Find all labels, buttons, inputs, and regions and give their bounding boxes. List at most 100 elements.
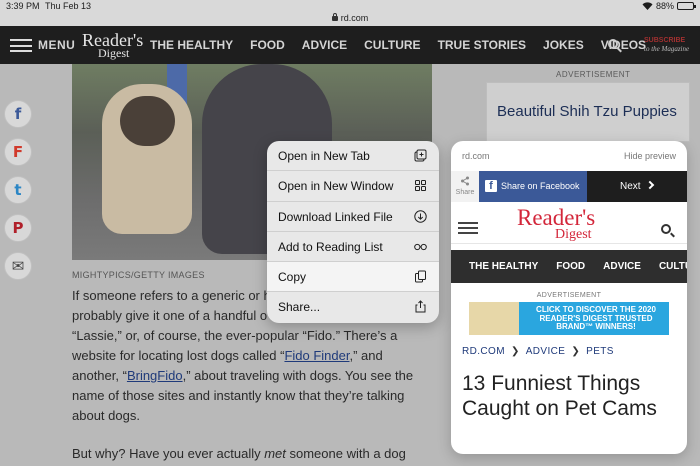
glasses-icon <box>414 243 427 250</box>
menu-item-add-to-reading-list[interactable]: Add to Reading List <box>267 232 439 263</box>
social-share-rail: f F t P ✉ <box>4 100 32 280</box>
twitter-icon[interactable]: t <box>4 176 32 204</box>
subscribe-sub: to the Magazine <box>644 45 690 53</box>
crumb-separator: ❯ <box>571 346 581 357</box>
address-url: rd.com <box>340 13 369 23</box>
share-icon <box>415 300 426 313</box>
sidebar-ad-headline: Beautiful Shih Tzu Puppies <box>497 103 677 120</box>
line4: website for locating lost dogs called “F… <box>72 346 432 366</box>
menu-item-label: Add to Reading List <box>278 239 383 254</box>
preview-hamburger-icon[interactable] <box>458 222 478 234</box>
line7: about dogs. <box>72 408 140 423</box>
p2-emphasis: met <box>264 446 286 461</box>
menu-item-label: Download Linked File <box>278 209 393 224</box>
status-date: Thu Feb 13 <box>45 1 92 11</box>
site-header: MENU Reader's Digest THE HEALTHY FOOD AD… <box>0 26 700 64</box>
crumb-pets[interactable]: PETS <box>586 346 614 357</box>
p2-tail: someone with a dog <box>285 446 406 461</box>
battery-icon <box>677 2 696 10</box>
status-right: 88% <box>642 1 696 11</box>
address-bar[interactable]: rd.com <box>0 12 700 26</box>
facebook-f-icon: f <box>485 180 497 192</box>
main-nav: THE HEALTHY FOOD ADVICE CULTURE TRUE STO… <box>150 38 663 52</box>
next-button[interactable]: Next <box>587 171 687 202</box>
site-logo[interactable]: Reader's Digest <box>82 31 143 59</box>
preview-header: rd.com Hide preview <box>451 141 687 171</box>
grid-icon <box>415 180 426 192</box>
preview-nav-the-healthy[interactable]: THE HEALTHY <box>469 261 538 272</box>
sidebar-ad-label: ADVERTISEMENT <box>556 70 631 79</box>
plus-square-icon <box>414 149 427 162</box>
menu-item-label: Copy <box>278 270 307 285</box>
preview-logo-line2: Digest <box>555 227 592 242</box>
menu-item-open-new-window[interactable]: Open in New Window <box>267 171 439 202</box>
preview-share-button[interactable]: Share <box>451 171 479 202</box>
facebook-label: Share on Facebook <box>501 181 580 191</box>
preview-nav-food[interactable]: FOOD <box>556 261 585 272</box>
menu-item-download-linked-file[interactable]: Download Linked File <box>267 202 439 232</box>
preview-article-title: 13 Funniest Things Caught on Pet Cams <box>462 372 657 420</box>
article-paragraph-2: But why? Have you ever actually met some… <box>72 444 432 464</box>
preview-logo[interactable]: Reader's Digest <box>517 206 595 242</box>
line3: “Lassie,” or, of course, the ever-popula… <box>72 328 398 343</box>
menu-item-open-new-tab[interactable]: Open in New Tab <box>267 141 439 172</box>
preview-nav-advice[interactable]: ADVICE <box>603 261 641 272</box>
bringfido-link[interactable]: BringFido <box>127 368 183 383</box>
line5: another, “BringFido,” about traveling wi… <box>72 366 432 386</box>
subscribe-link[interactable]: SUBSCRIBE to the Magazine <box>644 37 689 53</box>
preview-breadcrumb: RD.COM ❯ ADVICE ❯ PETS <box>462 346 687 357</box>
pug-dog <box>102 84 192 234</box>
line5-tail: ,” about traveling with dogs. You see th… <box>182 368 414 383</box>
nav-link-culture[interactable]: CULTURE <box>364 38 420 52</box>
preview-nav-culture[interactable]: CULTU <box>659 261 687 272</box>
sidebar-ad[interactable]: Beautiful Shih Tzu Puppies <box>486 82 690 142</box>
line4-tail: ,” and <box>349 348 383 363</box>
banner-text: CLICK TO DISCOVER THE 2020 READER'S DIGE… <box>536 305 656 331</box>
menu-label[interactable]: MENU <box>38 38 75 52</box>
battery-percent: 88% <box>655 1 674 11</box>
p2-text: But why? Have you ever actually <box>72 446 265 461</box>
line6: name of those sites and instantly know t… <box>72 388 405 403</box>
preview-logo-row: Reader's Digest <box>451 202 687 244</box>
line4-text: website for locating lost dogs called “ <box>72 348 285 363</box>
search-icon[interactable] <box>608 39 618 49</box>
flipboard-icon[interactable]: F <box>4 138 32 166</box>
nav-link-the-healthy[interactable]: THE HEALTHY <box>150 38 233 52</box>
status-bar: 3:39 PM Thu Feb 13 88% <box>0 0 700 12</box>
download-icon <box>414 209 427 223</box>
nav-link-advice[interactable]: ADVICE <box>302 38 347 52</box>
email-icon[interactable]: ✉ <box>4 252 32 280</box>
menu-item-copy[interactable]: Copy <box>267 262 439 293</box>
preview-ad-banner[interactable]: CLICK TO DISCOVER THE 2020 READER'S DIGE… <box>469 302 669 335</box>
next-label: Next <box>620 181 641 192</box>
nav-link-true-stories[interactable]: TRUE STORIES <box>438 38 526 52</box>
link-preview-card[interactable]: rd.com Hide preview Share f Share on Fac… <box>451 141 687 454</box>
share-nodes-icon <box>461 176 469 186</box>
hide-preview-button[interactable]: Hide preview <box>624 151 676 161</box>
menu-item-share[interactable]: Share... <box>267 292 439 322</box>
status-time: 3:39 PM <box>6 1 40 11</box>
copy-icon <box>415 270 426 283</box>
share-on-facebook-button[interactable]: f Share on Facebook <box>479 171 587 202</box>
wifi-icon <box>642 2 653 10</box>
lock-icon <box>331 13 338 21</box>
hamburger-menu-icon[interactable] <box>10 39 32 52</box>
facebook-icon[interactable]: f <box>4 100 32 128</box>
menu-item-label: Open in New Window <box>278 179 394 194</box>
crumb-separator: ❯ <box>510 346 520 357</box>
crumb-advice[interactable]: ADVICE <box>526 346 566 357</box>
preview-search-icon[interactable] <box>661 224 671 234</box>
link-context-menu: Open in New Tab Open in New Window Downl… <box>267 141 439 323</box>
banner-image <box>469 302 519 335</box>
menu-item-label: Open in New Tab <box>278 149 370 163</box>
subscribe-label: SUBSCRIBE <box>644 37 686 44</box>
pinterest-icon[interactable]: P <box>4 214 32 242</box>
menu-item-label: Share... <box>278 300 321 315</box>
nav-link-food[interactable]: FOOD <box>250 38 285 52</box>
fido-finder-link[interactable]: Fido Finder <box>284 348 349 363</box>
preview-share-label: Share <box>455 189 475 196</box>
preview-domain: rd.com <box>462 151 490 161</box>
line5-text: another, “ <box>72 368 127 383</box>
crumb-rd-com[interactable]: RD.COM <box>462 346 505 357</box>
nav-link-jokes[interactable]: JOKES <box>543 38 584 52</box>
